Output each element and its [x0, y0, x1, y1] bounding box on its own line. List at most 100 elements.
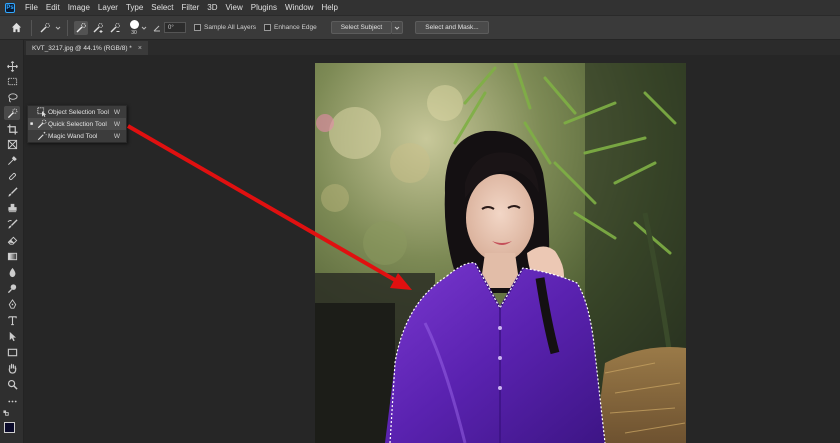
type-tool[interactable]: [4, 313, 20, 327]
more-tools-icon: [7, 400, 17, 402]
document-tab[interactable]: KVT_3217.jpg @ 44.1% (RGB/8) * ×: [26, 41, 148, 55]
new-selection-mode[interactable]: [74, 20, 88, 35]
flyout-object-selection-tool[interactable]: Object Selection Tool W: [28, 106, 126, 118]
dodge-tool[interactable]: [4, 281, 20, 295]
menu-view[interactable]: View: [222, 3, 247, 12]
quick-selection-add-icon: [93, 22, 103, 33]
path-selection-icon: [9, 331, 16, 341]
chevron-down-icon[interactable]: [55, 25, 61, 31]
quick-selection-icon: [7, 108, 17, 118]
close-icon[interactable]: ×: [138, 45, 142, 52]
separator: [31, 19, 32, 36]
lasso-icon: [7, 92, 18, 102]
menu-select[interactable]: Select: [147, 3, 177, 12]
add-to-selection-mode[interactable]: [91, 21, 105, 35]
rectangle-icon: [7, 348, 17, 356]
move-icon: [6, 60, 18, 72]
tool-preset-picker[interactable]: [38, 21, 52, 35]
chevron-down-icon[interactable]: [141, 25, 147, 31]
sample-all-layers-checkbox[interactable]: [194, 24, 201, 31]
quick-selection-icon: [37, 119, 47, 129]
enhance-edge-checkbox[interactable]: [264, 24, 272, 31]
gradient-icon: [7, 252, 17, 260]
swap-colors-icon[interactable]: [3, 410, 10, 417]
brush-tool[interactable]: [4, 185, 20, 199]
move-tool[interactable]: [4, 59, 20, 73]
pen-icon: [8, 298, 16, 309]
selection-tools-flyout: Object Selection Tool W ■ Quick Selectio…: [27, 105, 127, 143]
eyedropper-tool[interactable]: [4, 153, 20, 167]
crop-icon: [6, 123, 18, 135]
subtract-from-selection-mode[interactable]: [108, 21, 122, 35]
zoom-tool[interactable]: [4, 377, 20, 391]
flyout-label: Quick Selection Tool: [48, 120, 107, 128]
history-brush-icon: [7, 218, 18, 229]
healing-brush-tool[interactable]: [4, 169, 20, 183]
select-and-mask-button[interactable]: Select and Mask...: [415, 21, 489, 34]
hand-icon: [8, 363, 16, 374]
rectangle-tool[interactable]: [4, 345, 20, 359]
tools-panel: [0, 40, 24, 443]
history-brush-tool[interactable]: [4, 217, 20, 231]
menu-filter[interactable]: Filter: [178, 3, 204, 12]
quick-selection-tool[interactable]: [4, 106, 20, 120]
clone-stamp-tool[interactable]: [4, 201, 20, 215]
clone-stamp-icon: [7, 203, 17, 212]
menu-help[interactable]: Help: [317, 3, 341, 12]
menu-edit[interactable]: Edit: [42, 3, 64, 12]
hand-tool[interactable]: [4, 361, 20, 375]
document-canvas[interactable]: [315, 63, 686, 443]
separator: [67, 19, 68, 36]
path-selection-tool[interactable]: [4, 329, 20, 343]
enhance-edge-option[interactable]: Enhance Edge: [264, 24, 317, 31]
frame-tool[interactable]: [4, 137, 20, 151]
flyout-shortcut: W: [113, 132, 120, 140]
menu-3d[interactable]: 3D: [203, 3, 221, 12]
flyout-shortcut: W: [113, 108, 120, 116]
quick-selection-subtract-icon: [110, 22, 120, 32]
menu-image[interactable]: Image: [64, 3, 94, 12]
brush-icon: [7, 186, 18, 197]
angle-icon: [153, 25, 160, 31]
pen-tool[interactable]: [4, 297, 20, 311]
menu-layer[interactable]: Layer: [94, 3, 122, 12]
home-button[interactable]: [7, 19, 25, 37]
flyout-shortcut: W: [113, 120, 120, 128]
brush-picker[interactable]: 30: [127, 19, 141, 36]
menu-file[interactable]: File: [21, 3, 42, 12]
angle-field[interactable]: 0°: [164, 22, 186, 33]
flyout-magic-wand-tool[interactable]: Magic Wand Tool W: [28, 130, 126, 142]
lasso-tool[interactable]: [4, 90, 20, 104]
marquee-tool[interactable]: [4, 74, 20, 88]
menu-bar: Ps File Edit Image Layer Type Select Fil…: [0, 0, 840, 15]
menu-window[interactable]: Window: [281, 3, 317, 12]
eraser-tool[interactable]: [4, 233, 20, 247]
magic-wand-icon: [37, 131, 47, 141]
zoom-icon: [7, 379, 18, 390]
type-icon: [7, 315, 17, 325]
enhance-edge-label: Enhance Edge: [274, 24, 317, 31]
frame-icon: [7, 139, 17, 149]
menu-plugins[interactable]: Plugins: [247, 3, 281, 12]
gradient-tool[interactable]: [4, 249, 20, 263]
menu-type[interactable]: Type: [122, 3, 147, 12]
flyout-quick-selection-tool[interactable]: ■ Quick Selection Tool W: [28, 118, 126, 130]
chevron-down-icon: [394, 26, 400, 30]
sample-all-layers-label: Sample All Layers: [204, 24, 257, 31]
marquee-icon: [7, 77, 17, 85]
blur-tool[interactable]: [4, 265, 20, 279]
brush-size-value: 30: [131, 29, 137, 36]
brush-tip-icon: [129, 19, 139, 29]
foreground-color-swatch[interactable]: [4, 422, 15, 433]
sample-all-layers-option[interactable]: Sample All Layers: [194, 24, 256, 31]
flyout-label: Object Selection Tool: [48, 108, 109, 116]
flyout-label: Magic Wand Tool: [48, 132, 98, 140]
select-subject-button[interactable]: Select Subject: [330, 21, 393, 34]
select-subject-dropdown[interactable]: [392, 21, 404, 34]
blur-icon: [9, 267, 15, 277]
photo-image: [315, 63, 686, 443]
crop-tool[interactable]: [4, 122, 20, 136]
more-tools-button[interactable]: [4, 394, 20, 408]
quick-selection-preset-icon: [40, 22, 50, 32]
eraser-icon: [7, 236, 17, 245]
